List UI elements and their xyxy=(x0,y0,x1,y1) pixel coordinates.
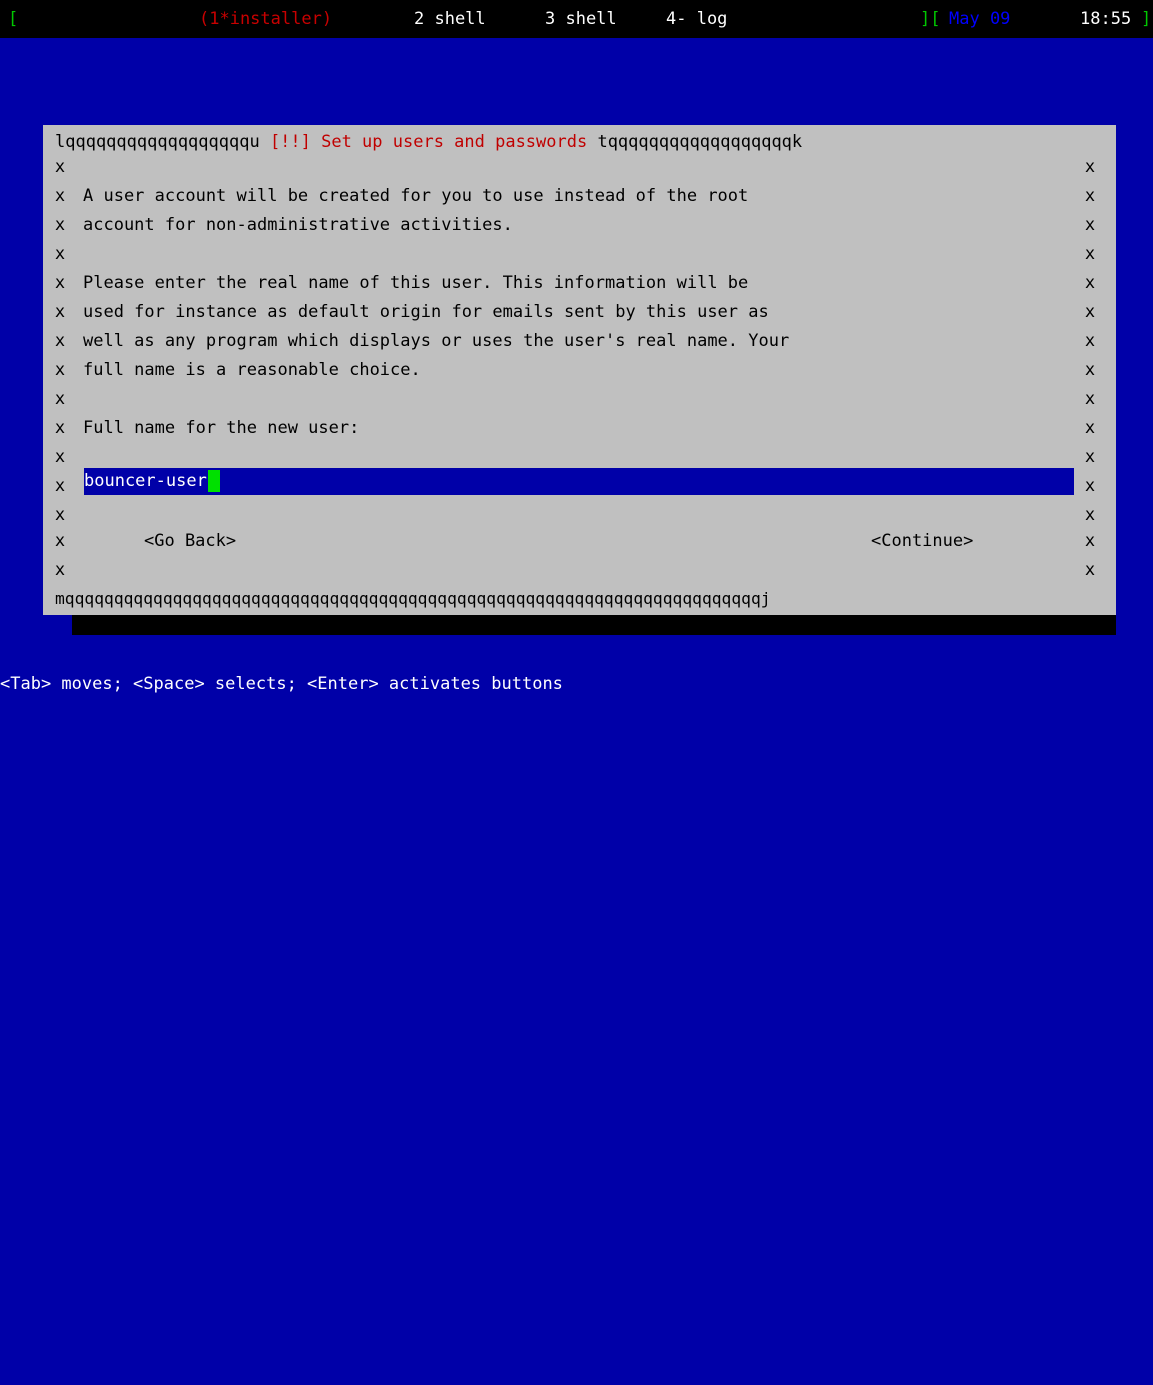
status-separator: ][ xyxy=(920,9,941,29)
border-right: x xyxy=(1084,302,1096,322)
continue-button[interactable]: <Continue> xyxy=(871,527,973,556)
tab-shell-3[interactable]: 3 shell xyxy=(545,0,617,38)
dialog-title: [!!] Set up users and passwords xyxy=(269,132,588,152)
tab-shell-2[interactable]: 2 shell xyxy=(414,0,486,38)
border-left: x xyxy=(54,360,66,380)
description-line: well as any program which displays or us… xyxy=(83,331,790,351)
description-line: A user account will be created for you t… xyxy=(83,186,749,206)
tab-installer[interactable]: (1*installer) xyxy=(199,0,332,38)
users-passwords-dialog: lqqqqqqqqqqqqqqqqqqu [!!] Set up users a… xyxy=(43,125,1116,615)
border-right: x xyxy=(1084,186,1096,206)
border-left: x xyxy=(54,447,66,467)
border-right: x xyxy=(1084,560,1096,580)
status-date: May 09 xyxy=(949,9,1011,29)
full-name-prompt: Full name for the new user: xyxy=(83,418,360,438)
title-border-left: lqqqqqqqqqqqqqqqqqqu xyxy=(55,132,270,152)
full-name-input-value: bouncer-user xyxy=(84,471,207,491)
border-right: x xyxy=(1084,389,1096,409)
go-back-button[interactable]: <Go Back> xyxy=(144,527,236,556)
dialog-title-row: lqqqqqqqqqqqqqqqqqqu [!!] Set up users a… xyxy=(55,128,802,157)
border-left: x xyxy=(54,273,66,293)
full-name-input[interactable]: bouncer-user xyxy=(84,468,1074,495)
border-left: x xyxy=(54,560,66,580)
border-left: x xyxy=(54,389,66,409)
border-left: x xyxy=(54,505,66,525)
status-time: 18:55 xyxy=(1080,9,1132,29)
description-line: Please enter the real name of this user.… xyxy=(83,273,749,293)
border-left: x xyxy=(54,244,66,264)
border-right: x xyxy=(1084,331,1096,351)
border-left: x xyxy=(54,331,66,351)
border-right: x xyxy=(1084,505,1096,525)
tab-log[interactable]: 4- log xyxy=(666,0,727,38)
status-open-bracket: [ xyxy=(8,9,19,29)
description-line: used for instance as default origin for … xyxy=(83,302,769,322)
border-left: x xyxy=(54,215,66,235)
description-line: account for non-administrative activitie… xyxy=(83,215,513,235)
border-right: x xyxy=(1084,476,1096,496)
border-left: x xyxy=(54,302,66,322)
border-left: x xyxy=(54,476,66,496)
border-right: x xyxy=(1084,360,1096,380)
description-line: full name is a reasonable choice. xyxy=(83,360,421,380)
border-right: x xyxy=(1084,244,1096,264)
status-bar: [ (1*installer) 2 shell 3 shell 4- log ]… xyxy=(0,0,1153,38)
border-right: x xyxy=(1084,447,1096,467)
status-close-bracket: ] xyxy=(1141,9,1152,29)
border-left: x xyxy=(54,531,66,551)
border-right: x xyxy=(1084,418,1096,438)
text-cursor xyxy=(207,470,220,492)
border-left: x xyxy=(54,418,66,438)
dialog-bottom-border: mqqqqqqqqqqqqqqqqqqqqqqqqqqqqqqqqqqqqqqq… xyxy=(55,589,771,608)
border-right: x xyxy=(1084,157,1096,177)
border-right: x xyxy=(1084,531,1096,551)
help-bar: <Tab> moves; <Space> selects; <Enter> ac… xyxy=(0,674,563,694)
border-right: x xyxy=(1084,273,1096,293)
border-left: x xyxy=(54,186,66,206)
border-right: x xyxy=(1084,215,1096,235)
title-border-right: tqqqqqqqqqqqqqqqqqqk xyxy=(587,132,803,152)
border-left: x xyxy=(54,157,66,177)
